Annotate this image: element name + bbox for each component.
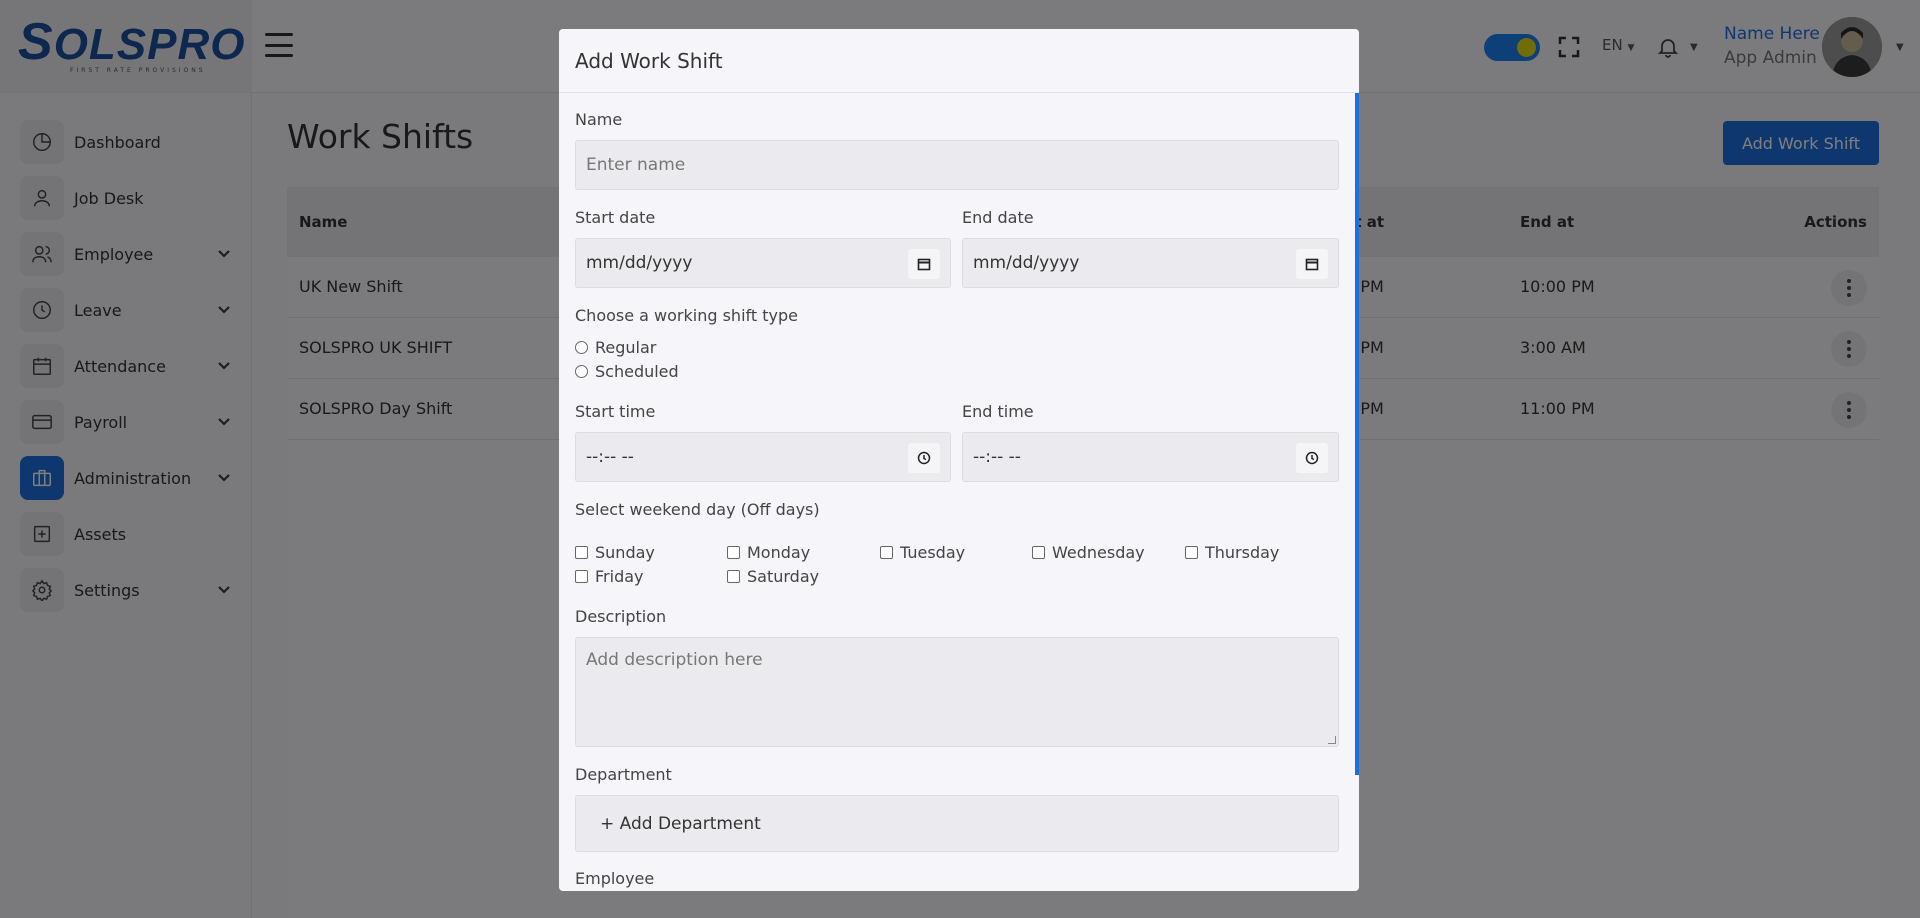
checkbox-monday[interactable]: Monday [727, 543, 810, 562]
radio-regular[interactable]: Regular [575, 338, 656, 357]
add-work-shift-modal: Add Work Shift Name Enter name Start dat… [559, 29, 1359, 891]
name-input[interactable]: Enter name [575, 140, 1339, 190]
start-time-label: Start time [575, 402, 656, 421]
radio-label: Regular [595, 338, 657, 357]
checkbox-label: Friday [595, 567, 644, 586]
description-label: Description [575, 607, 667, 626]
end-date-value: mm/dd/yyyy [973, 253, 1080, 273]
weekend-label: Select weekend day (Off days) [575, 500, 820, 519]
clock-icon[interactable] [908, 443, 940, 473]
modal-title: Add Work Shift [575, 49, 723, 73]
checkbox-thursday[interactable]: Thursday [1185, 543, 1279, 562]
radio-scheduled[interactable]: Scheduled [575, 362, 679, 381]
radio-label: Scheduled [595, 362, 679, 381]
modal-header: Add Work Shift [559, 29, 1359, 93]
shift-type-label: Choose a working shift type [575, 306, 798, 325]
checkbox-label: Tuesday [900, 543, 966, 562]
calendar-icon[interactable] [1296, 249, 1328, 279]
checkbox-label: Sunday [595, 543, 655, 562]
end-time-label: End time [962, 402, 1034, 421]
start-date-value: mm/dd/yyyy [586, 253, 693, 273]
checkbox-label: Monday [747, 543, 811, 562]
start-time-value: --:-- -- [586, 447, 634, 467]
end-time-value: --:-- -- [973, 447, 1021, 467]
checkbox-label: Thursday [1205, 543, 1280, 562]
clock-icon[interactable] [1296, 443, 1328, 473]
checkbox-saturday[interactable]: Saturday [727, 567, 819, 586]
employee-label: Employee [575, 869, 655, 888]
department-label: Department [575, 765, 672, 784]
name-label: Name [575, 110, 623, 129]
description-placeholder: Add description here [586, 650, 763, 670]
calendar-icon[interactable] [908, 249, 940, 279]
end-time-input[interactable]: --:-- -- [962, 432, 1339, 482]
end-date-input[interactable]: mm/dd/yyyy [962, 238, 1339, 288]
name-placeholder: Enter name [586, 155, 686, 175]
app-root: SOLSPRO FIRST RATE PROVISIONS EN ▼ ▼ Nam… [0, 0, 1920, 918]
checkbox-label: Saturday [747, 567, 820, 586]
checkbox-label: Wednesday [1052, 543, 1145, 562]
checkbox-friday[interactable]: Friday [575, 567, 644, 586]
resize-handle-icon[interactable] [1328, 736, 1336, 744]
start-time-input[interactable]: --:-- -- [575, 432, 951, 482]
checkbox-wednesday[interactable]: Wednesday [1032, 543, 1145, 562]
checkbox-sunday[interactable]: Sunday [575, 543, 655, 562]
start-date-input[interactable]: mm/dd/yyyy [575, 238, 951, 288]
end-date-label: End date [962, 208, 1034, 227]
start-date-label: Start date [575, 208, 656, 227]
description-textarea[interactable]: Add description here [575, 637, 1339, 747]
checkbox-tuesday[interactable]: Tuesday [880, 543, 965, 562]
modal-scrollbar[interactable] [1355, 93, 1359, 775]
add-department-button[interactable]: + Add Department [575, 795, 1339, 852]
